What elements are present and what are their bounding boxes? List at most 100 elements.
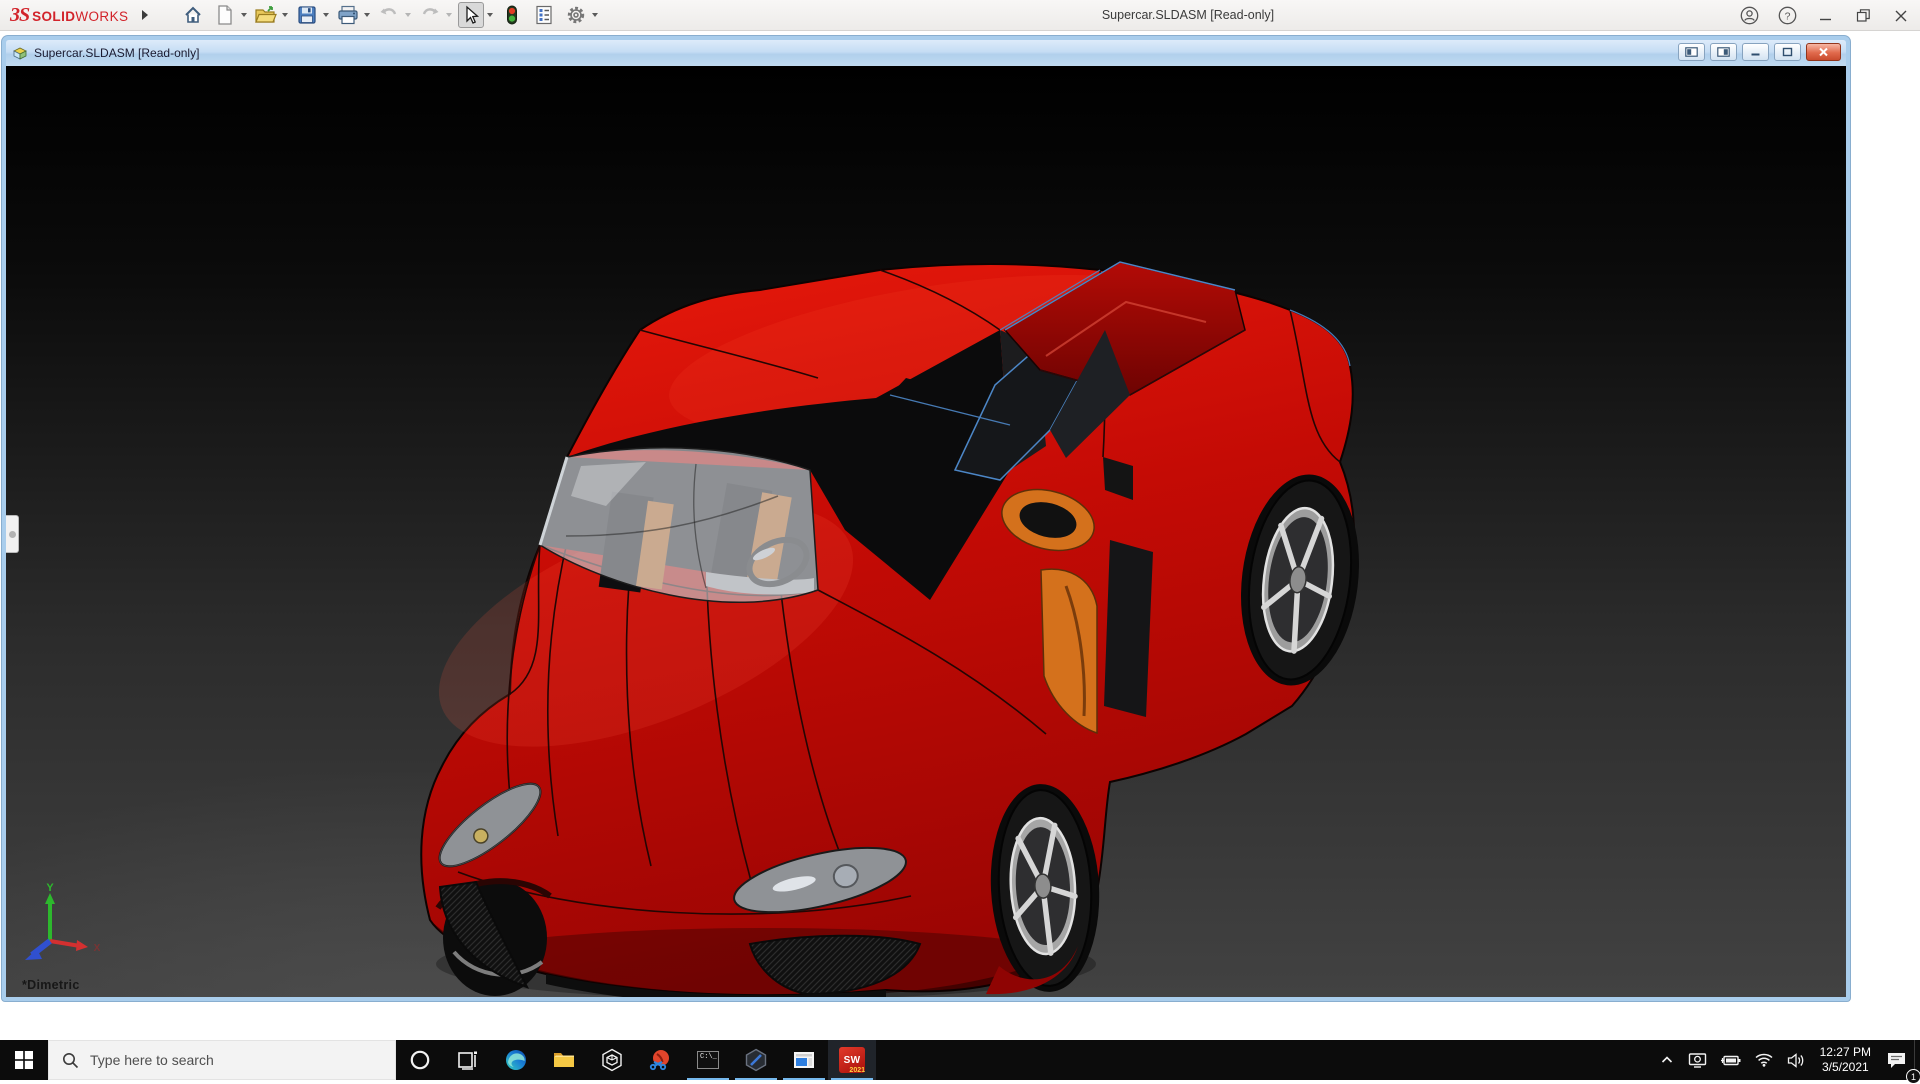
document-close-icon [1818,47,1829,57]
document-close-button[interactable] [1806,43,1841,61]
orientation-triad: Y X [20,879,106,971]
tray-volume-button[interactable] [1780,1040,1812,1080]
save-icon [297,5,317,25]
options-gear-icon [566,5,586,25]
tray-date: 3/5/2021 [1820,1060,1871,1075]
start-button[interactable] [0,1040,48,1080]
taskbar-command-prompt-button[interactable]: C:\_ [684,1040,732,1080]
document-restore-icon [1782,47,1793,57]
undo-dropdown[interactable] [405,13,411,17]
document-minimize-button[interactable] [1742,43,1769,61]
file-explorer-icon [552,1048,576,1072]
triad-x-label: X [94,943,101,954]
account-button[interactable] [1730,0,1768,31]
wifi-icon [1755,1053,1773,1067]
print-button[interactable] [335,2,361,28]
brand-name-rest: WORKS [75,9,128,24]
redo-dropdown[interactable] [446,13,452,17]
battery-icon [1721,1054,1741,1067]
left-pane-icon [1685,47,1698,57]
solidworks-logo: 3S SOLID WORKS [10,4,128,27]
options-dropdown[interactable] [592,13,598,17]
taskbar-media-app-button[interactable] [780,1040,828,1080]
tray-battery-button[interactable] [1714,1040,1748,1080]
assembly-icon [12,45,28,61]
document-titlebar[interactable]: Supercar.SLDASM [Read-only] [6,40,1846,66]
print-dropdown[interactable] [364,13,370,17]
new-document-dropdown[interactable] [241,13,247,17]
view-orientation-label: *Dimetric [22,978,80,992]
app-client-area: Supercar.SLDASM [Read-only] [0,31,1920,1040]
open-folder-icon [255,5,277,25]
select-cursor-icon [462,5,480,25]
action-center-icon [1886,1051,1907,1070]
tray-chevron-button[interactable] [1653,1040,1681,1080]
print-icon [337,5,359,25]
help-button[interactable]: ? [1768,0,1806,31]
close-icon [1894,9,1908,23]
windows-taskbar: Type here to search [0,1040,1920,1080]
save-button[interactable] [294,2,320,28]
help-icon: ? [1778,6,1797,25]
taskbar-search[interactable]: Type here to search [48,1040,396,1080]
rebuild-button[interactable] [499,2,525,28]
triad-y-label: Y [46,882,54,894]
select-tool-button[interactable] [458,2,484,28]
tray-clock[interactable]: 12:27 PM 3/5/2021 [1812,1045,1879,1075]
solidworks-taskbar-icon: SW 2021 [839,1047,865,1073]
app-window-title: Supercar.SLDASM [Read-only] [1020,8,1356,22]
open-button[interactable] [253,2,279,28]
taskbar-file-explorer-button[interactable] [540,1040,588,1080]
menu-flyout-arrow[interactable] [142,10,148,20]
right-pane-icon [1717,47,1730,57]
document-restore-button[interactable] [1774,43,1801,61]
tray-cast-button[interactable] [1681,1040,1714,1080]
restore-button[interactable] [1844,0,1882,31]
undo-button[interactable] [376,2,402,28]
taskbar-edge-button[interactable] [492,1040,540,1080]
taskbar-solidworks-button[interactable]: SW 2021 [828,1040,876,1080]
taskbar-cortana-button[interactable] [396,1040,444,1080]
search-icon [62,1052,79,1069]
show-right-pane-button[interactable] [1710,43,1737,61]
tray-wifi-button[interactable] [1748,1040,1780,1080]
taskbar-task-view-button[interactable] [444,1040,492,1080]
taskbar-snipping-tool-button[interactable] [636,1040,684,1080]
home-button[interactable] [180,2,206,28]
new-document-button[interactable] [212,2,238,28]
task-view-icon [457,1049,479,1071]
document-minimize-icon [1750,47,1761,57]
minimize-button[interactable] [1806,0,1844,31]
car-3d-model [6,66,1846,997]
undo-icon [379,6,399,24]
redo-button[interactable] [417,2,443,28]
new-document-icon [216,5,234,25]
taskbar-hexagon-app-button[interactable] [732,1040,780,1080]
search-placeholder: Type here to search [90,1052,214,1068]
redo-icon [420,6,440,24]
rebuild-traffic-light-icon [506,5,518,25]
graphics-viewport[interactable]: Y X *Dimetric [6,66,1846,997]
taskbar-3d-viewer-button[interactable] [588,1040,636,1080]
svg-text:?: ? [1784,10,1790,22]
featuremanager-splitter-tab[interactable] [6,515,19,553]
save-dropdown[interactable] [323,13,329,17]
edge-icon [504,1048,528,1072]
app-titlebar: 3S SOLID WORKS [0,0,1920,31]
select-tool-dropdown[interactable] [487,13,493,17]
show-left-pane-button[interactable] [1678,43,1705,61]
hexagon-app-icon [744,1048,768,1072]
file-properties-button[interactable] [531,2,557,28]
snipping-tool-icon [648,1048,672,1072]
close-button[interactable] [1882,0,1920,31]
home-icon [183,5,203,25]
options-button[interactable] [563,2,589,28]
action-center-button[interactable]: 1 [1879,1040,1914,1080]
media-app-icon [792,1048,816,1072]
cast-monitor-icon [1688,1052,1707,1068]
app-window-controls: ? [1730,0,1920,31]
open-dropdown[interactable] [282,13,288,17]
file-properties-icon [535,5,553,25]
windows-logo-icon [15,1051,33,1069]
cortana-icon [409,1049,431,1071]
